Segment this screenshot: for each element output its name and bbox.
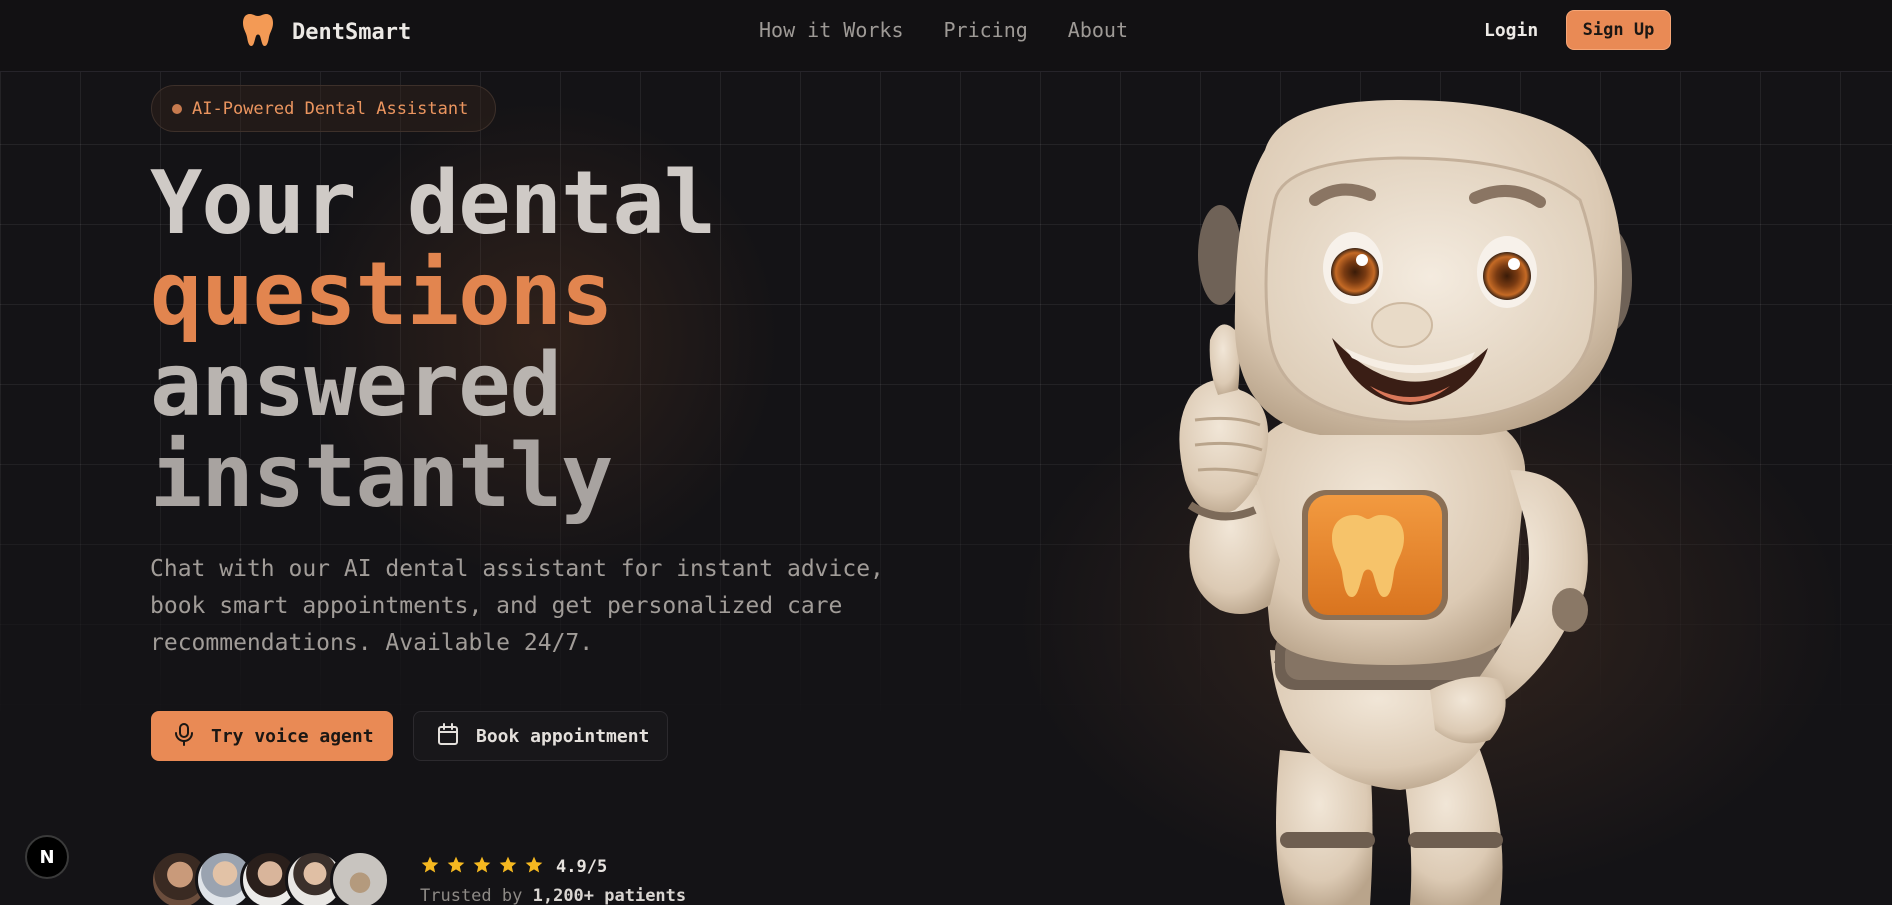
hero-subtitle: Chat with our AI dental assistant for in… <box>150 556 884 656</box>
microphone-icon <box>173 722 195 751</box>
brand-logo[interactable]: DentSmart <box>242 12 411 52</box>
nav-pricing[interactable]: Pricing <box>944 18 1028 42</box>
headline-line: Your dental <box>150 152 716 254</box>
dev-tools-badge[interactable]: N <box>25 835 69 879</box>
trusted-count: 1,200+ patients <box>532 886 687 905</box>
book-appointment-label: Book appointment <box>476 725 650 747</box>
calendar-icon <box>436 722 460 751</box>
headline-line: instantly <box>150 425 613 527</box>
nav-about[interactable]: About <box>1068 18 1128 42</box>
nav-how-it-works[interactable]: How it Works <box>759 18 904 42</box>
star-icon <box>420 855 440 879</box>
main-nav: How it Works Pricing About <box>759 18 1128 42</box>
star-icon <box>446 855 466 879</box>
site-header: DentSmart How it Works Pricing About Log… <box>0 0 1892 72</box>
trusted-prefix: Trusted by <box>420 886 523 905</box>
signup-button[interactable]: Sign Up <box>1566 10 1671 50</box>
star-icon <box>472 855 492 879</box>
book-appointment-button[interactable]: Book appointment <box>413 711 668 761</box>
tooth-icon <box>242 12 274 52</box>
try-voice-agent-button[interactable]: Try voice agent <box>151 711 393 761</box>
headline-line: answered <box>150 334 562 436</box>
hero-headline: Your dental questions answered instantly <box>150 152 716 527</box>
avatar <box>330 850 390 905</box>
star-icon <box>498 855 518 879</box>
headline-highlight: questions <box>150 243 613 345</box>
badge-dot <box>172 103 182 114</box>
badge-label: AI-Powered Dental Assistant <box>192 98 469 119</box>
star-icon <box>524 855 544 879</box>
rating-value: 4.9/5 <box>556 857 608 877</box>
patient-avatars <box>150 850 390 905</box>
robot-mascot-illustration <box>1179 100 1632 905</box>
rating: 4.9/5 <box>420 855 607 879</box>
trusted-by: Trusted by 1,200+ patients <box>420 886 686 905</box>
try-voice-agent-label: Try voice agent <box>211 725 374 747</box>
login-link[interactable]: Login <box>1484 20 1538 41</box>
brand-name: DentSmart <box>292 19 412 45</box>
ai-badge: AI-Powered Dental Assistant <box>151 85 496 132</box>
